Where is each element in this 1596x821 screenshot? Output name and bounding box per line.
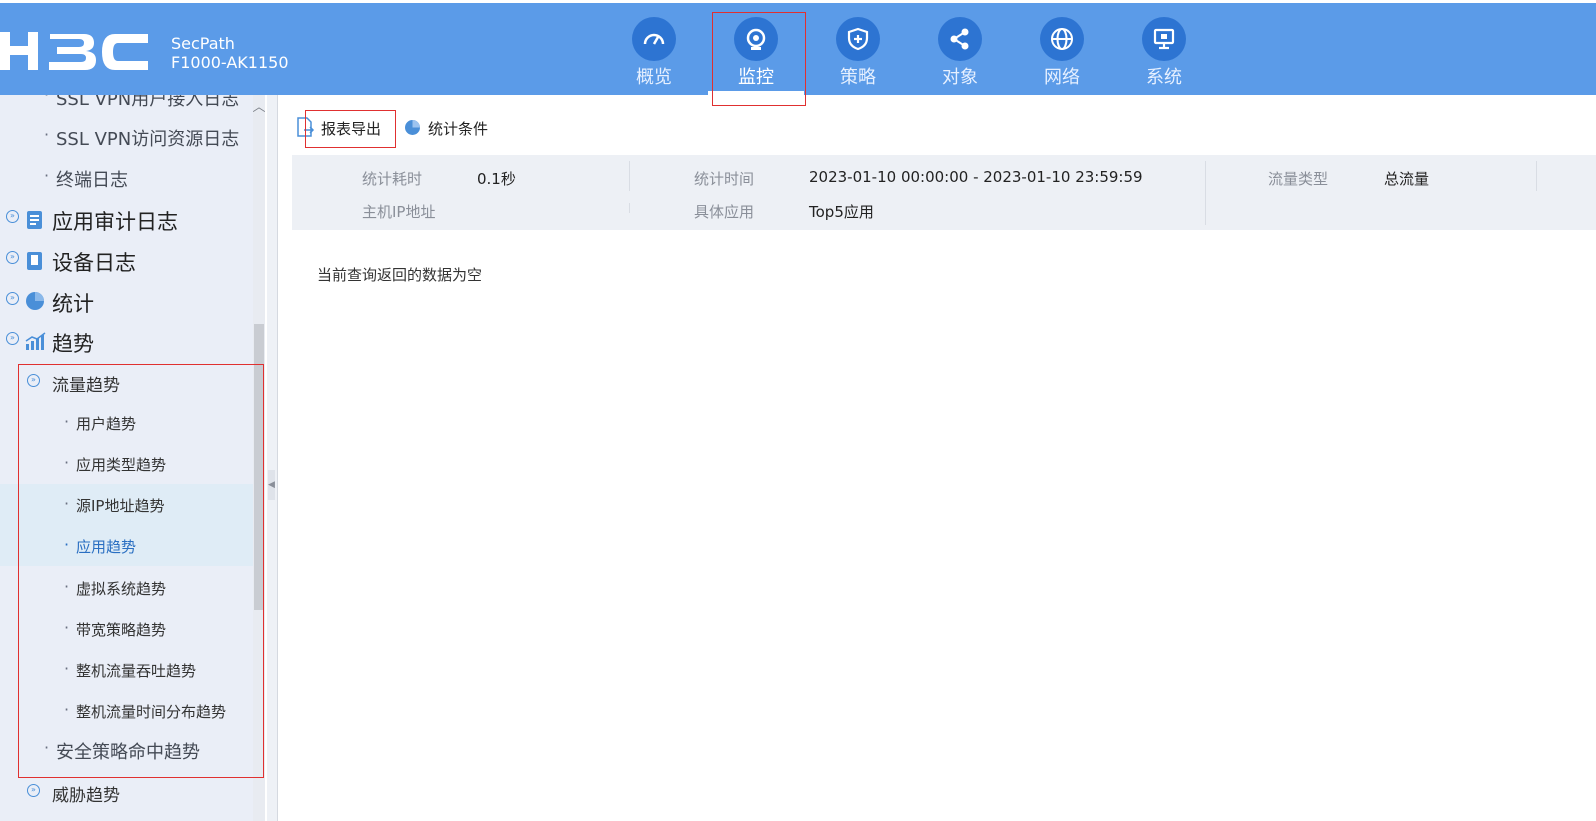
stat-time-value: 2023-01-10 00:00:00 - 2023-01-10 23:59:5… xyxy=(809,168,1143,186)
traffic-type-label: 流量类型 xyxy=(1268,170,1329,188)
product-line-2: F1000-AK1150 xyxy=(171,53,289,72)
expand-icon: » xyxy=(6,251,19,264)
sidebar-item-label: 威胁趋势 xyxy=(52,786,120,806)
traffic-type-value: 总流量 xyxy=(1384,170,1430,188)
sidebar-item-source-ip-trend[interactable]: · 源IP地址趋势 xyxy=(0,484,253,525)
sidebar-item-terminal-log[interactable]: · 终端日志 xyxy=(0,166,253,207)
nav-label: 网络 xyxy=(1044,67,1080,88)
nav-label: 对象 xyxy=(942,67,978,88)
sidebar-item-trend[interactable]: » 趋势 xyxy=(0,328,253,369)
product-line-1: SecPath xyxy=(171,34,235,53)
monitor-icon xyxy=(1153,28,1175,50)
share-icon xyxy=(950,28,969,50)
app-label: 具体应用 xyxy=(694,203,755,221)
sidebar-item-label: 应用类型趋势 xyxy=(76,456,167,474)
sidebar: · SSL VPN用户接入日志 · SSL VPN访问资源日志 · 终端日志 »… xyxy=(0,95,265,821)
sidebar-item-label: 设备日志 xyxy=(52,251,136,275)
sidebar-item-label: 应用趋势 xyxy=(76,538,137,556)
sidebar-item-label: 用户趋势 xyxy=(76,415,137,433)
elapsed-label: 统计耗时 xyxy=(362,170,423,188)
nav-network[interactable]: 网络 xyxy=(1010,13,1110,95)
sidebar-item-ssl-vpn-access-log[interactable]: · SSL VPN用户接入日志 xyxy=(0,95,253,126)
sidebar-item-bandwidth-policy-trend[interactable]: · 带宽策略趋势 xyxy=(0,616,253,657)
product-name: SecPath F1000-AK1150 xyxy=(171,34,289,72)
nav-system[interactable]: 系统 xyxy=(1112,13,1212,95)
dashboard-icon xyxy=(643,33,665,45)
trend-chart-icon xyxy=(25,332,46,350)
shield-icon xyxy=(847,27,869,51)
expand-icon: » xyxy=(27,784,40,797)
sidebar-item-traffic-trend[interactable]: » 流量趋势 xyxy=(0,369,253,410)
nav-monitor[interactable]: 监控 xyxy=(704,13,804,95)
sidebar-collapse-bar[interactable] xyxy=(267,95,278,821)
sidebar-item-statistics[interactable]: » 统计 xyxy=(0,288,253,329)
sidebar-item-label: 统计 xyxy=(52,292,94,316)
sidebar-item-label: 终端日志 xyxy=(56,170,128,191)
sidebar-item-app-trend[interactable]: · 应用趋势 xyxy=(0,525,253,566)
nav-label: 概览 xyxy=(636,67,672,88)
device-icon xyxy=(27,252,42,270)
sidebar-item-throughput-trend[interactable]: · 整机流量吞吐趋势 xyxy=(0,657,253,698)
sidebar-item-virtual-system-trend[interactable]: · 虚拟系统趋势 xyxy=(0,575,253,616)
camera-icon xyxy=(746,28,766,50)
export-report-label: 报表导出 xyxy=(321,120,382,138)
stats-summary-panel: 统计耗时 0.1秒 主机IP地址 统计时间 2023-01-10 00:00:0… xyxy=(292,155,1596,230)
nav-label: 监控 xyxy=(738,67,774,88)
nav-label: 策略 xyxy=(840,67,876,88)
globe-icon xyxy=(1051,28,1073,50)
sidebar-item-label: 带宽策略趋势 xyxy=(76,621,167,639)
sidebar-item-security-policy-hit-trend[interactable]: · 安全策略命中趋势 xyxy=(0,738,253,779)
export-doc-icon xyxy=(297,117,315,137)
nav-label: 系统 xyxy=(1146,67,1182,88)
sidebar-item-user-trend[interactable]: · 用户趋势 xyxy=(0,410,253,451)
sidebar-item-label: 虚拟系统趋势 xyxy=(76,580,167,598)
sidebar-item-time-distribution-trend[interactable]: · 整机流量时间分布趋势 xyxy=(0,698,253,739)
sidebar-item-label: 整机流量时间分布趋势 xyxy=(76,703,227,721)
top-header: SecPath F1000-AK1150 概览 监控 策略 对象 网络 系统 xyxy=(0,3,1596,95)
doc-icon xyxy=(27,211,42,229)
pie-chart-icon xyxy=(26,292,44,310)
sidebar-item-label: 安全策略命中趋势 xyxy=(56,742,200,763)
stat-conditions-label: 统计条件 xyxy=(428,120,489,138)
sidebar-item-label: 流量趋势 xyxy=(52,376,120,396)
h3c-logo xyxy=(0,32,148,70)
sidebar-item-threat-trend[interactable]: » 威胁趋势 xyxy=(0,779,253,820)
collapse-sidebar-icon[interactable]: ◀ xyxy=(268,470,275,500)
expand-icon: » xyxy=(6,292,19,305)
collapse-icon: » xyxy=(27,374,40,387)
empty-result-message: 当前查询返回的数据为空 xyxy=(317,266,483,284)
nav-objects[interactable]: 对象 xyxy=(908,13,1008,95)
expand-icon: » xyxy=(6,210,19,223)
sidebar-item-label: SSL VPN用户接入日志 xyxy=(56,95,240,110)
app-value: Top5应用 xyxy=(809,203,874,221)
stat-time-label: 统计时间 xyxy=(694,170,755,188)
nav-policy[interactable]: 策略 xyxy=(806,13,906,95)
sidebar-item-app-audit-log[interactable]: » 应用审计日志 xyxy=(0,206,253,247)
sidebar-item-label: 应用审计日志 xyxy=(52,210,178,234)
sidebar-item-label: 趋势 xyxy=(52,332,94,356)
collapse-icon: » xyxy=(6,332,19,345)
host-ip-label: 主机IP地址 xyxy=(362,203,436,221)
scroll-up-arrow-icon[interactable]: ︿ xyxy=(252,96,266,115)
nav-overview[interactable]: 概览 xyxy=(602,13,702,95)
pie-chart-icon xyxy=(405,120,420,135)
sidebar-item-label: 源IP地址趋势 xyxy=(76,497,165,515)
elapsed-value: 0.1秒 xyxy=(477,170,516,188)
sidebar-scroll-thumb[interactable] xyxy=(254,324,264,610)
sidebar-item-device-log[interactable]: » 设备日志 xyxy=(0,247,253,288)
sidebar-item-label: 整机流量吞吐趋势 xyxy=(76,662,197,680)
sidebar-item-label: SSL VPN访问资源日志 xyxy=(56,129,240,150)
sidebar-item-ssl-vpn-resource-log[interactable]: · SSL VPN访问资源日志 xyxy=(0,125,253,166)
